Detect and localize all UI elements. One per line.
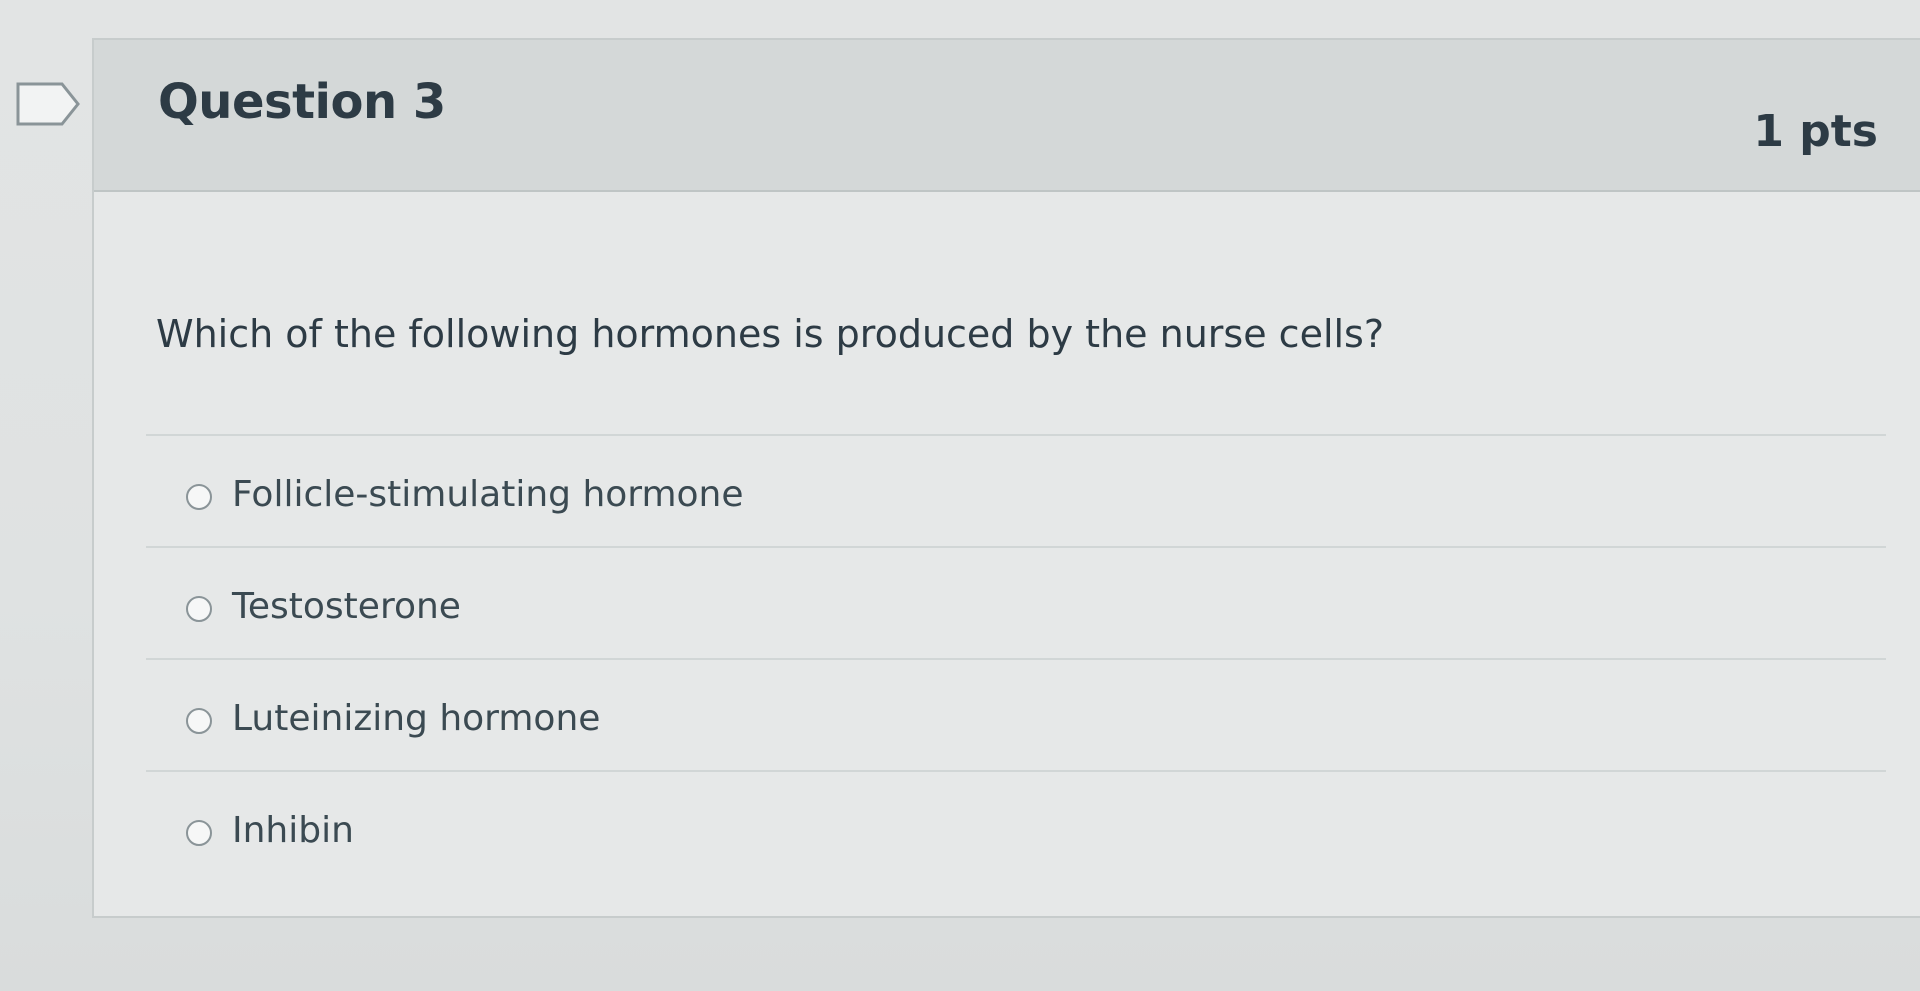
answer-option[interactable]: Inhibin: [146, 770, 1886, 882]
flag-outline-icon[interactable]: [14, 80, 86, 128]
question-points: 1 pts: [1753, 106, 1878, 157]
answer-label[interactable]: Testosterone: [232, 586, 461, 627]
answer-list: Follicle-stimulating hormone Testosteron…: [146, 434, 1886, 882]
answer-label[interactable]: Inhibin: [232, 810, 354, 851]
question-header: Question 3 1 pts: [94, 40, 1920, 192]
radio-button[interactable]: [186, 596, 212, 622]
answer-label[interactable]: Follicle-stimulating hormone: [232, 474, 744, 515]
question-title: Question 3: [158, 74, 446, 130]
question-card: Question 3 1 pts Which of the following …: [92, 38, 1920, 918]
question-text: Which of the following hormones is produ…: [156, 312, 1385, 356]
quiz-page: Question 3 1 pts Which of the following …: [0, 0, 1920, 991]
answer-option[interactable]: Follicle-stimulating hormone: [146, 434, 1886, 546]
radio-button[interactable]: [186, 708, 212, 734]
answer-option[interactable]: Luteinizing hormone: [146, 658, 1886, 770]
answer-label[interactable]: Luteinizing hormone: [232, 698, 600, 739]
answer-option[interactable]: Testosterone: [146, 546, 1886, 658]
radio-button[interactable]: [186, 820, 212, 846]
radio-button[interactable]: [186, 484, 212, 510]
